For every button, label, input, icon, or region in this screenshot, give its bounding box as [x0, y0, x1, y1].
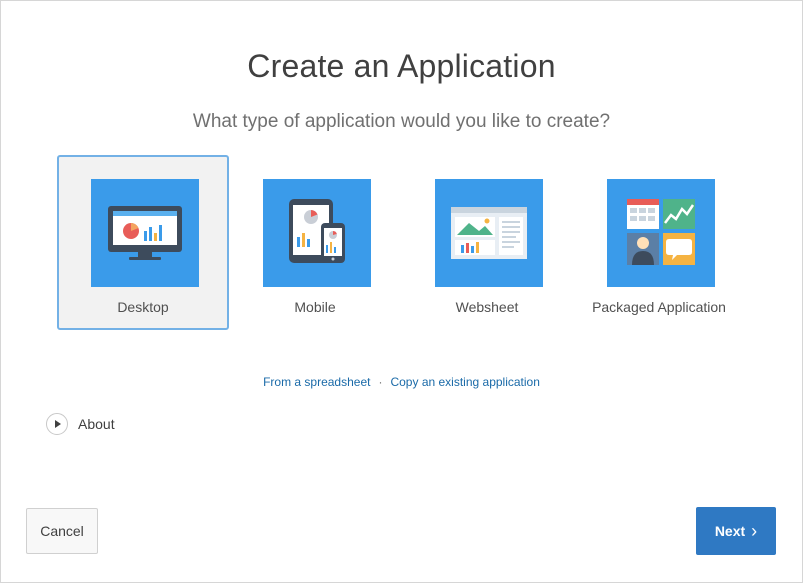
app-type-label: Mobile	[294, 299, 336, 315]
desktop-icon	[91, 179, 199, 287]
packaged-application-icon	[607, 179, 715, 287]
app-type-websheet[interactable]: Websheet	[401, 155, 573, 330]
app-type-label: Websheet	[455, 299, 519, 315]
app-type-label: Desktop	[117, 299, 169, 315]
cancel-button[interactable]: Cancel	[26, 508, 98, 554]
expand-arrow-icon	[46, 413, 68, 435]
copy-existing-application-link[interactable]: Copy an existing application	[390, 375, 539, 389]
next-button[interactable]: Next ›	[696, 507, 776, 555]
page-subtitle: What type of application would you like …	[192, 111, 611, 132]
from-spreadsheet-link[interactable]: From a spreadsheet	[263, 375, 370, 389]
app-type-label: Packaged Application	[592, 299, 726, 315]
app-type-packaged-application[interactable]: Packaged Application	[573, 155, 745, 330]
page-title: Create an Application	[247, 48, 556, 84]
websheet-icon	[435, 179, 543, 287]
app-type-mobile[interactable]: Mobile	[229, 155, 401, 330]
about-toggle[interactable]: About	[46, 412, 115, 436]
mobile-devices-icon	[263, 179, 371, 287]
about-label: About	[78, 416, 115, 432]
next-button-label: Next	[714, 523, 746, 539]
app-type-desktop[interactable]: Desktop	[57, 155, 229, 330]
alternative-create-links: From a spreadsheet · Copy an existing appl…	[0, 375, 803, 389]
link-separator: ·	[378, 375, 383, 389]
chevron-right-icon: ›	[751, 521, 758, 541]
